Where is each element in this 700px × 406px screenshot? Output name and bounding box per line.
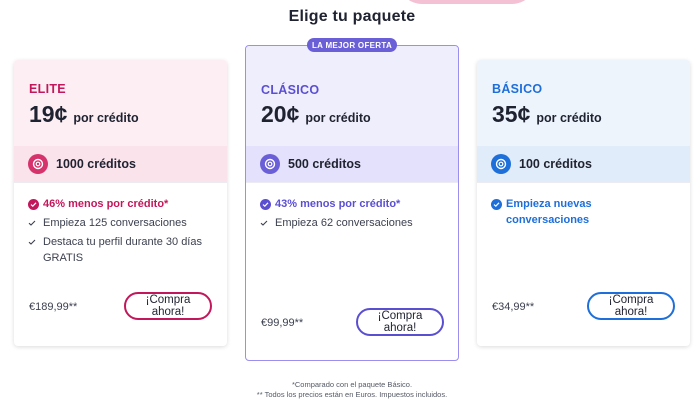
- coin-icon: [260, 154, 280, 174]
- credits-amount: 500 créditos: [288, 157, 361, 171]
- feature-item: 46% menos por crédito*: [28, 196, 219, 212]
- plan-total-price: €99,99**: [261, 317, 304, 329]
- feature-list: 43% menos por crédito* Empieza 62 conver…: [260, 196, 450, 234]
- feature-item: 43% menos por crédito*: [260, 196, 450, 212]
- plan-card-elite[interactable]: ELITE 19¢ por crédito 1000 créditos 46% …: [14, 60, 227, 346]
- plan-card-clasico[interactable]: CLÁSICO 20¢ por crédito 500 créditos 43%…: [245, 45, 459, 361]
- credits-amount: 100 créditos: [519, 157, 592, 171]
- coin-icon: [491, 154, 511, 174]
- check-icon: [28, 239, 36, 245]
- check-icon: [28, 220, 36, 226]
- buy-now-button[interactable]: ¡Compra ahora!: [124, 292, 212, 320]
- feature-text: Destaca tu perfil durante 30 días GRATIS: [43, 236, 202, 264]
- feature-text: Empieza nuevas conversaciones: [506, 198, 592, 226]
- price-unit: por crédito: [305, 111, 371, 125]
- price-unit: por crédito: [536, 111, 602, 125]
- feature-text: 43% menos por crédito*: [275, 198, 401, 210]
- plan-tier-label: CLÁSICO: [261, 83, 320, 97]
- buy-now-button[interactable]: ¡Compra ahora!: [356, 308, 444, 336]
- credits-row: 1000 créditos: [14, 146, 227, 182]
- plan-tier-label: ELITE: [29, 82, 66, 96]
- feature-text: Empieza 125 conversaciones: [43, 217, 187, 229]
- check-circle-icon: [491, 198, 502, 210]
- credits-row: 100 créditos: [477, 146, 690, 182]
- credits-amount: 1000 créditos: [56, 157, 136, 171]
- decorative-blob: [398, 0, 536, 4]
- price-per-credit: 20¢: [261, 101, 300, 127]
- feature-text: Empieza 62 conversaciones: [275, 217, 413, 229]
- feature-list: Empieza nuevas conversaciones: [491, 196, 630, 231]
- plan-price: 35¢ por crédito: [492, 101, 602, 128]
- feature-item: Empieza 125 conversaciones: [28, 215, 219, 231]
- feature-list: 46% menos por crédito* Empieza 125 conve…: [28, 196, 219, 269]
- plan-card-basico[interactable]: BÁSICO 35¢ por crédito 100 créditos Empi…: [477, 60, 690, 346]
- price-per-credit: 35¢: [492, 101, 531, 127]
- feature-text: 46% menos por crédito*: [43, 198, 169, 210]
- plan-total-price: €34,99**: [492, 301, 535, 313]
- feature-item: Empieza nuevas conversaciones: [491, 196, 630, 228]
- check-icon: [260, 220, 268, 226]
- divider: [246, 182, 458, 183]
- plan-tier-label: BÁSICO: [492, 82, 543, 96]
- plan-total-price: €189,99**: [29, 301, 78, 313]
- best-offer-badge: LA MEJOR OFERTA: [307, 38, 397, 52]
- check-circle-icon: [28, 198, 39, 210]
- feature-item: Empieza 62 conversaciones: [260, 215, 450, 231]
- plan-price: 19¢ por crédito: [29, 101, 139, 128]
- price-unit: por crédito: [73, 111, 139, 125]
- footnote-comparison: *Comparado con el paquete Básico.: [291, 380, 413, 389]
- buy-now-button[interactable]: ¡Compra ahora!: [587, 292, 675, 320]
- price-per-credit: 19¢: [29, 101, 68, 127]
- check-circle-icon: [260, 198, 271, 210]
- page-title: Elige tu paquete: [288, 8, 416, 25]
- plan-price: 20¢ por crédito: [261, 101, 371, 128]
- coin-icon: [28, 154, 48, 174]
- credits-row: 500 créditos: [246, 146, 458, 182]
- divider: [14, 182, 227, 183]
- divider: [477, 182, 690, 183]
- feature-item: Destaca tu perfil durante 30 días GRATIS: [28, 234, 219, 266]
- footnote-prices: ** Todos los precios están en Euros. Imp…: [256, 390, 448, 399]
